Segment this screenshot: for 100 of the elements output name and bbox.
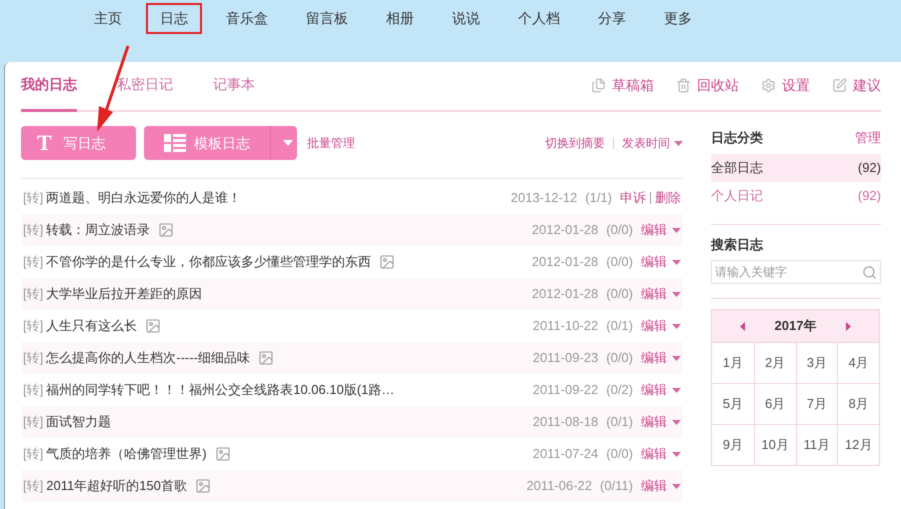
manage-link[interactable]: 管理	[855, 128, 881, 148]
section-title: 搜索日志	[711, 236, 764, 254]
post-title[interactable]: 转载：周立波语录	[46, 220, 150, 240]
post-count: (0/1)	[606, 413, 633, 432]
edit-dropdown[interactable]: 编辑	[641, 284, 681, 304]
post-title[interactable]: 两道题、明白永远爱你的人是谁！	[46, 188, 242, 208]
caret-icon	[672, 420, 681, 424]
repost-tag: [转]	[23, 284, 44, 304]
gear-icon	[761, 78, 776, 93]
text-icon: T	[37, 132, 52, 154]
repost-tag: [转]	[23, 380, 44, 400]
post-count: (0/0)	[606, 445, 633, 464]
action-link[interactable]: 申诉	[620, 188, 646, 208]
nav-item[interactable]: 更多	[650, 2, 706, 34]
repost-tag: [转]	[23, 348, 44, 368]
post-date: 2011-08-18	[532, 413, 598, 432]
month-cell[interactable]: 11月	[796, 424, 838, 465]
month-cell[interactable]: 3月	[796, 342, 838, 383]
edit-icon	[832, 78, 847, 93]
caret-icon	[672, 260, 681, 264]
caret-icon	[672, 452, 681, 456]
search-icon[interactable]	[862, 264, 877, 280]
month-cell[interactable]: 1月	[712, 342, 754, 383]
nav-item[interactable]: 相册	[372, 2, 428, 34]
button-label: 模板日志	[194, 134, 250, 152]
post-count: (1/1)	[585, 189, 612, 208]
repost-tag: [转]	[23, 316, 44, 336]
repost-tag: [转]	[23, 188, 44, 208]
caret-icon	[672, 324, 681, 328]
post-count: (0/0)	[606, 221, 633, 240]
post-title[interactable]: 怎么提高你的人生档次-----细细品味	[46, 348, 250, 368]
nav-item[interactable]: 说说	[438, 2, 494, 34]
post-date: 2011-06-22	[526, 477, 592, 496]
repost-tag: [转]	[23, 444, 44, 464]
post-date: 2012-01-28	[532, 253, 598, 272]
nav-item[interactable]: 留言板	[292, 2, 362, 34]
month-cell[interactable]: 8月	[837, 383, 879, 424]
caret-icon	[672, 356, 681, 360]
edit-dropdown[interactable]: 编辑	[641, 220, 681, 240]
edit-dropdown[interactable]: 编辑	[641, 444, 681, 464]
caret-icon	[672, 292, 681, 296]
search-field[interactable]: 请输入关键字	[711, 260, 881, 284]
post-count: (0/1)	[606, 317, 633, 336]
edit-dropdown[interactable]: 编辑	[641, 252, 681, 272]
post-title[interactable]: 不管你学的是什么专业，你都应该多少懂些管理学的东西	[46, 252, 372, 272]
post-count: (0/0)	[606, 285, 633, 304]
month-cell[interactable]: 4月	[837, 342, 879, 383]
previous-icon[interactable]	[740, 322, 745, 330]
post-date: 2011-09-22	[532, 381, 598, 400]
post-count: (0/0)	[606, 349, 633, 368]
edit-dropdown[interactable]: 编辑	[641, 380, 681, 400]
category-item[interactable]: 全部日志 (92)	[711, 154, 881, 182]
caret-icon	[672, 228, 681, 232]
post-count: (0/0)	[606, 253, 633, 272]
edit-dropdown[interactable]: 编辑	[641, 412, 681, 432]
action-link[interactable]: 删除	[655, 188, 681, 208]
tab[interactable]: 我的日志	[21, 74, 77, 112]
repost-tag: [转]	[23, 220, 44, 240]
caret-icon	[672, 388, 681, 392]
post-date: 2011-09-23	[532, 349, 598, 368]
month-cell[interactable]: 10月	[754, 424, 796, 465]
next-icon[interactable]	[846, 322, 852, 330]
toolbar-link[interactable]: 草稿箱	[591, 75, 654, 96]
list-icon	[164, 134, 186, 152]
post-title[interactable]: 人生只有这么长	[46, 316, 138, 336]
toolbar-link[interactable]: 建议	[832, 75, 881, 96]
nav-item[interactable]: 个人档	[504, 2, 574, 34]
batch-manage-link[interactable]: 批量管理	[307, 134, 355, 152]
repost-tag: [转]	[23, 476, 44, 496]
caret-icon	[674, 140, 683, 146]
toolbar-link[interactable]: 回收站	[676, 75, 739, 96]
edit-dropdown[interactable]: 编辑	[641, 476, 681, 496]
post-count: (0/11)	[600, 477, 633, 496]
sort-dropdown[interactable]: 发表时间	[622, 134, 683, 152]
post-date: 2011-10-22	[532, 317, 598, 336]
month-cell[interactable]: 12月	[837, 424, 879, 465]
post-date: 2012-01-28	[532, 285, 598, 304]
month-cell[interactable]: 7月	[796, 383, 838, 424]
post-title[interactable]: 福州的同学转下吧！！！福州公交全线路表10.06.10版(1路…	[46, 380, 394, 400]
nav-item[interactable]: 日志	[146, 2, 202, 34]
edit-dropdown[interactable]: 编辑	[641, 348, 681, 368]
month-cell[interactable]: 5月	[712, 383, 754, 424]
post-title[interactable]: 2011年超好听的150首歌	[46, 476, 187, 496]
nav-item[interactable]: 分享	[584, 2, 640, 34]
toolbar-link[interactable]: 设置	[761, 75, 810, 96]
month-cell[interactable]: 2月	[754, 342, 796, 383]
post-date: 2012-01-28	[532, 221, 598, 240]
nav-item[interactable]: 音乐盒	[212, 2, 282, 34]
post-title[interactable]: 气质的培养（哈佛管理世界)	[46, 444, 207, 464]
files-icon	[591, 78, 606, 93]
month-cell[interactable]: 9月	[712, 424, 754, 465]
post-date: 2011-07-24	[532, 445, 598, 464]
nav-item[interactable]: 主页	[80, 2, 136, 34]
caret-icon	[672, 484, 681, 488]
post-title[interactable]: 大学毕业后拉开差距的原因	[46, 284, 202, 304]
edit-dropdown[interactable]: 编辑	[641, 316, 681, 336]
month-cell[interactable]: 6月	[754, 383, 796, 424]
repost-tag: [转]	[23, 252, 44, 272]
summary-link[interactable]: 切换到摘要	[545, 134, 605, 152]
post-title[interactable]: 面试智力题	[46, 412, 112, 432]
